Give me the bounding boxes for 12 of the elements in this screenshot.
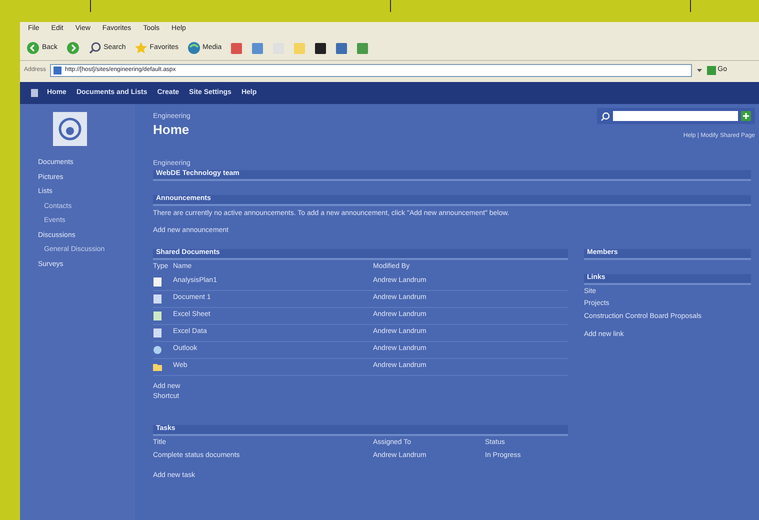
globe-icon [186,41,201,55]
toolbar-icon[interactable] [314,42,327,54]
forward-button[interactable] [66,41,80,55]
search-icon [88,41,102,55]
go-icon[interactable] [741,111,751,121]
search-field[interactable] [613,111,738,121]
search-icon [601,112,610,120]
page-icon [53,66,62,74]
page-title: Home [153,122,190,136]
site-logo-icon [53,112,87,146]
star-icon [134,41,148,55]
dropdown-icon[interactable] [696,66,703,74]
